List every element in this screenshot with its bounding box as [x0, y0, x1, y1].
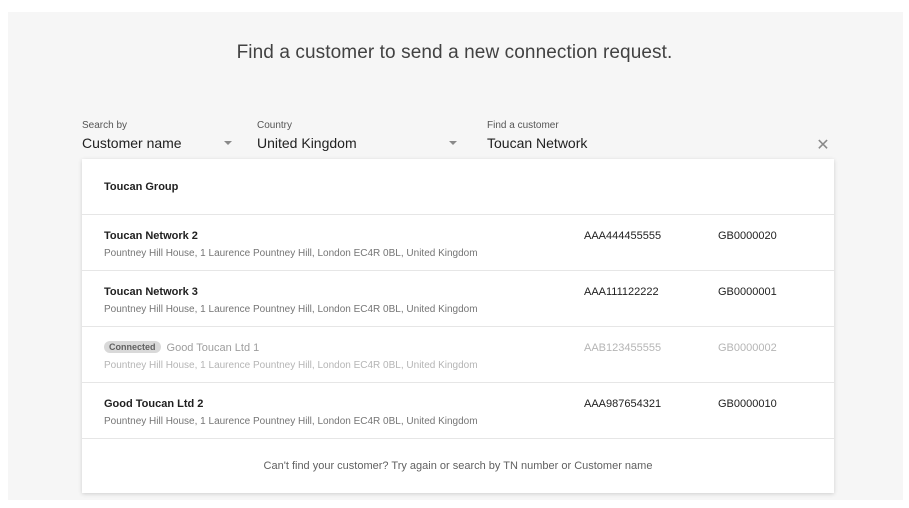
result-item[interactable]: Toucan Network 3 Pountney Hill House, 1 … [82, 270, 834, 326]
result-name: Toucan Network 3 [104, 286, 198, 298]
result-address: Pountney Hill House, 1 Laurence Pountney… [104, 360, 478, 371]
find-customer-label: Find a customer [487, 120, 559, 131]
result-name: Toucan Network 2 [104, 230, 198, 242]
result-name: Good Toucan Ltd 1 [166, 342, 260, 354]
search-by-value: Customer name [82, 135, 182, 151]
result-name: Good Toucan Ltd 2 [104, 398, 204, 410]
results-dropdown: Toucan Group Toucan Network 2 Pountney H… [82, 159, 834, 493]
result-tn-number: GB0000001 [718, 286, 777, 298]
result-code: AAA987654321 [584, 398, 662, 410]
country-field[interactable]: Country United Kingdom [257, 120, 457, 151]
connected-badge: Connected [104, 341, 161, 353]
result-item-connected: Connected Good Toucan Ltd 1 Pountney Hill… [82, 326, 834, 382]
footer-note: Can't find your customer? Try again or s… [263, 460, 653, 472]
chevron-down-icon[interactable] [449, 141, 457, 145]
result-tn-number: GB0000020 [718, 230, 777, 242]
search-by-label: Search by [82, 120, 128, 131]
chevron-down-icon[interactable] [224, 141, 232, 145]
country-value: United Kingdom [257, 135, 357, 151]
search-by-field[interactable]: Search by Customer name [82, 120, 232, 151]
result-address: Pountney Hill House, 1 Laurence Pountney… [104, 416, 478, 427]
close-icon[interactable]: ✕ [815, 138, 831, 154]
result-code: AAA111122222 [584, 286, 659, 298]
result-item[interactable]: Toucan Group [82, 159, 834, 214]
find-customer-field[interactable]: Find a customer Toucan Network [487, 120, 787, 151]
results-footer: Can't find your customer? Try again or s… [82, 438, 834, 493]
result-code: AAB123455555 [584, 342, 662, 354]
result-item[interactable]: Toucan Network 2 Pountney Hill House, 1 … [82, 214, 834, 270]
result-address: Pountney Hill House, 1 Laurence Pountney… [104, 248, 478, 259]
country-label: Country [257, 120, 293, 131]
result-name: Toucan Group [104, 181, 179, 193]
result-item[interactable]: Good Toucan Ltd 2 Pountney Hill House, 1… [82, 382, 834, 438]
result-code: AAA444455555 [584, 230, 662, 242]
result-tn-number: GB0000010 [718, 398, 777, 410]
result-address: Pountney Hill House, 1 Laurence Pountney… [104, 304, 478, 315]
find-customer-input[interactable]: Toucan Network [487, 135, 587, 151]
result-tn-number: GB0000002 [718, 342, 777, 354]
page-heading: Find a customer to send a new connection… [236, 42, 673, 63]
